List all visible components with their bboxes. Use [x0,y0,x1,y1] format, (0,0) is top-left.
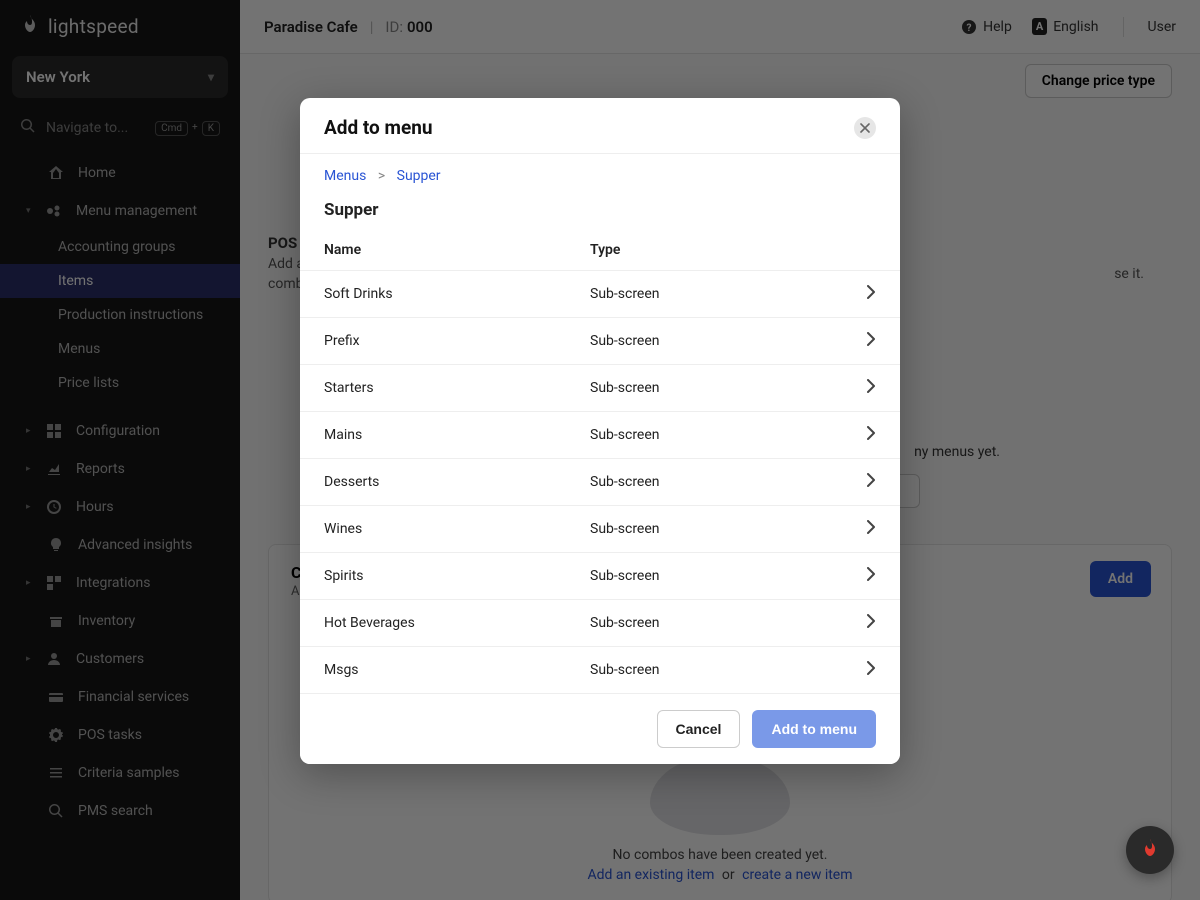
add-to-menu-modal: Add to menu Menus > Supper Supper Name T… [300,98,900,764]
modal-title: Add to menu [324,116,433,139]
chevron-right-icon [848,473,876,491]
row-type: Sub-screen [590,662,848,678]
modal-list: Soft DrinksSub-screenPrefixSub-screenSta… [300,270,900,693]
modal-row[interactable]: DessertsSub-screen [300,458,900,505]
cancel-button[interactable]: Cancel [657,710,741,748]
close-icon [860,123,870,133]
column-header-type: Type [590,242,848,258]
row-name: Wines [324,521,590,537]
chevron-right-icon [848,332,876,350]
row-type: Sub-screen [590,286,848,302]
modal-row[interactable]: MsgsSub-screen [300,646,900,693]
chevron-right-icon [848,661,876,679]
chevron-right-icon [848,520,876,538]
row-name: Prefix [324,333,590,349]
modal-row[interactable]: MainsSub-screen [300,411,900,458]
modal-row[interactable]: WinesSub-screen [300,505,900,552]
chevron-right-icon [848,426,876,444]
add-to-menu-button[interactable]: Add to menu [752,710,876,748]
modal-subtitle: Supper [300,184,900,228]
row-name: Mains [324,427,590,443]
breadcrumb-separator: > [378,168,385,184]
row-name: Starters [324,380,590,396]
modal-close-button[interactable] [854,117,876,139]
modal-row[interactable]: SpiritsSub-screen [300,552,900,599]
support-fab[interactable] [1126,826,1174,874]
modal-table-header: Name Type [300,228,900,270]
row-name: Msgs [324,662,590,678]
modal-breadcrumb: Menus > Supper [300,154,900,184]
row-name: Hot Beverages [324,615,590,631]
row-type: Sub-screen [590,380,848,396]
chevron-right-icon [848,285,876,303]
column-header-name: Name [324,242,590,258]
breadcrumb-supper[interactable]: Supper [397,168,441,184]
row-name: Spirits [324,568,590,584]
modal-row[interactable]: Soft DrinksSub-screen [300,270,900,317]
row-type: Sub-screen [590,615,848,631]
chevron-right-icon [848,567,876,585]
row-type: Sub-screen [590,427,848,443]
row-type: Sub-screen [590,474,848,490]
breadcrumb-menus[interactable]: Menus [324,168,366,184]
row-type: Sub-screen [590,568,848,584]
modal-row[interactable]: PrefixSub-screen [300,317,900,364]
modal-row[interactable]: Hot BeveragesSub-screen [300,599,900,646]
chevron-right-icon [848,379,876,397]
chevron-right-icon [848,614,876,632]
modal-overlay[interactable]: Add to menu Menus > Supper Supper Name T… [0,0,1200,900]
flame-icon [1140,838,1160,862]
modal-row[interactable]: StartersSub-screen [300,364,900,411]
row-type: Sub-screen [590,333,848,349]
row-name: Soft Drinks [324,286,590,302]
row-type: Sub-screen [590,521,848,537]
row-name: Desserts [324,474,590,490]
